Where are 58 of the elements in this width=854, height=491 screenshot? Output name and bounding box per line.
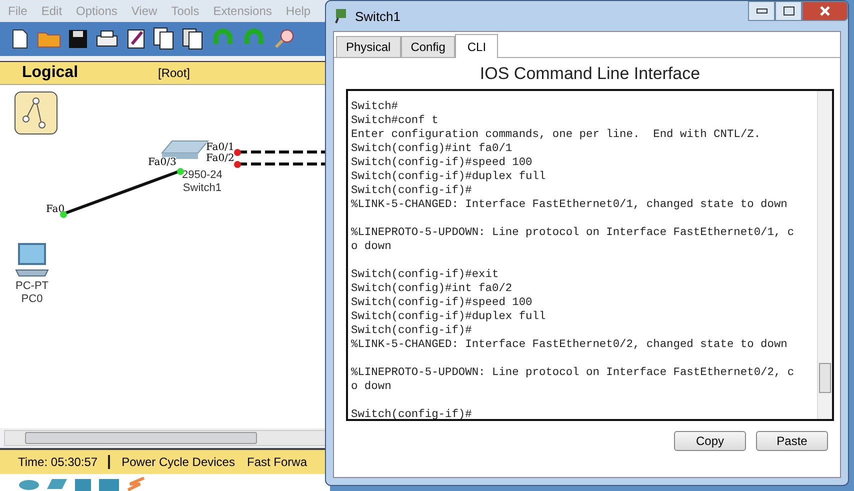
console-line: Switch(config-if)# <box>351 408 473 419</box>
tab[interactable]: CLI <box>455 34 498 58</box>
device-name: PC0 <box>21 293 43 306</box>
topology-icon[interactable] <box>14 91 58 135</box>
panel-heading: IOS Command Line Interface <box>478 63 702 85</box>
console-line: %LINK-5-CHANGED: Interface FastEthernet0/1, changed state to down <box>351 198 788 212</box>
port-label: Fa0/1 <box>206 142 234 153</box>
console-line: Switch# <box>351 100 399 114</box>
console-line: Switch(config-if)# <box>351 184 473 198</box>
console-line: Switch(config-if)#duplex full <box>351 170 547 184</box>
close-icon <box>819 5 831 17</box>
maximize-button[interactable] <box>775 1 802 21</box>
simulation-time: Time: 05:30:57 <box>0 455 110 469</box>
window-title: Switch1 <box>355 8 401 24</box>
close-button[interactable] <box>802 1 848 21</box>
console-button[interactable]: Copy <box>674 431 746 451</box>
workspace-path: [Root] <box>158 66 190 80</box>
new-file-icon[interactable] <box>10 28 30 50</box>
lightning-icon[interactable] <box>126 477 146 491</box>
console-line: Switch#conf t <box>351 114 440 128</box>
console-line: Enter configuration commands, one per line. End with CNTL/Z. <box>351 128 762 142</box>
console-line: o down <box>351 240 392 254</box>
zoom-icon[interactable] <box>273 28 295 50</box>
console-button[interactable]: Paste <box>756 431 828 451</box>
console-line: Switch(config-if)#speed 100 <box>351 156 534 170</box>
console-line: Switch(config-if)#exit <box>351 268 500 282</box>
console-line: o down <box>351 380 392 394</box>
save-icon[interactable] <box>68 29 88 49</box>
console-line: Switch(config-if)#duplex full <box>351 310 547 324</box>
status-action[interactable]: Fast Forwa <box>234 455 307 469</box>
workspace-mode[interactable]: Logical <box>0 64 158 82</box>
device-name: Switch1 <box>182 182 222 195</box>
print-icon[interactable] <box>95 29 119 49</box>
console-line: Switch(config-if)# <box>351 324 473 338</box>
port-label: Fa0/3 <box>148 157 176 168</box>
maximize-icon <box>782 6 794 16</box>
computer-icon[interactable] <box>14 242 50 278</box>
minimize-button[interactable] <box>748 1 775 21</box>
device-model: PC-PT <box>16 280 48 293</box>
console-line: Switch(config)#int fa0/1 <box>351 142 514 156</box>
console-line: Switch(config)#int fa0/2 <box>351 282 514 296</box>
console-line: Switch(config-if)#speed 100 <box>351 296 534 310</box>
console-line: %LINEPROTO-5-UPDOWN: Line protocol on Interface FastEthernet0/1, c <box>351 226 796 240</box>
horizontal-scrollbar[interactable] <box>4 430 326 446</box>
device-icon <box>335 8 349 24</box>
paste-icon[interactable] <box>182 27 204 51</box>
console-line: %LINK-5-CHANGED: Interface FastEthernet0/2, changed state to down <box>351 338 788 352</box>
pencil-icon[interactable] <box>126 28 146 50</box>
tab[interactable]: Physical <box>336 36 401 57</box>
port-label: Fa0/2 <box>206 153 234 164</box>
minimize-icon <box>756 8 768 14</box>
status-action[interactable]: Power Cycle Devices <box>110 455 235 469</box>
copy-icon[interactable] <box>153 27 175 51</box>
vertical-scrollbar[interactable] <box>817 91 832 419</box>
port-label: Fa0 <box>46 204 65 215</box>
console-line: %LINEPROTO-5-UPDOWN: Line protocol on Interface FastEthernet0/2, c <box>351 366 796 380</box>
tab[interactable]: Config <box>400 36 456 57</box>
device-model: 2950-24 <box>182 169 222 182</box>
